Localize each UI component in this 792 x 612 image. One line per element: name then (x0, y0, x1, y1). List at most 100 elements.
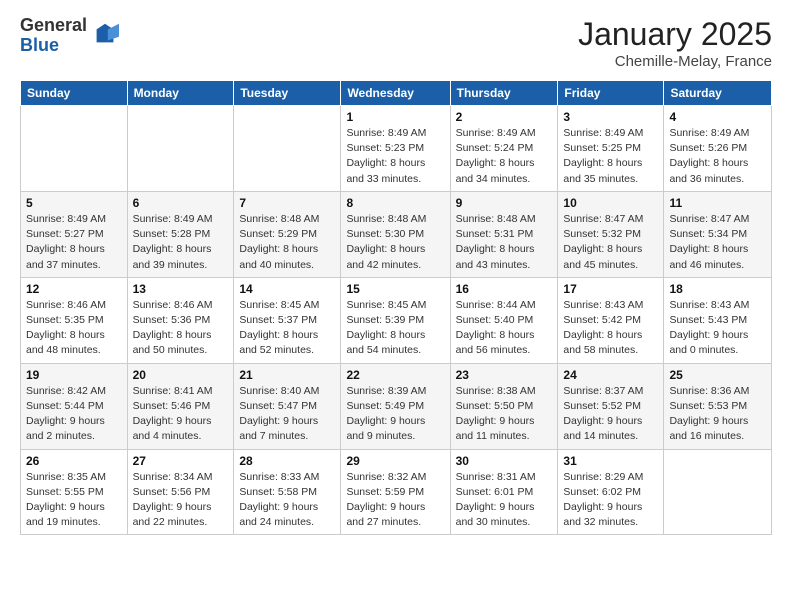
calendar-cell: 10 Sunrise: 8:47 AMSunset: 5:32 PMDayligh… (558, 191, 664, 277)
calendar-header-sunday: Sunday (21, 81, 128, 106)
calendar-cell: 12 Sunrise: 8:46 AMSunset: 5:35 PMDayligh… (21, 277, 128, 363)
day-info: Sunrise: 8:45 AMSunset: 5:37 PMDaylight:… (239, 298, 335, 359)
day-info: Sunrise: 8:49 AMSunset: 5:28 PMDaylight:… (133, 212, 229, 273)
day-number: 4 (669, 110, 766, 124)
day-info: Sunrise: 8:41 AMSunset: 5:46 PMDaylight:… (133, 384, 229, 445)
day-info: Sunrise: 8:46 AMSunset: 5:35 PMDaylight:… (26, 298, 122, 359)
day-info: Sunrise: 8:40 AMSunset: 5:47 PMDaylight:… (239, 384, 335, 445)
calendar-cell: 16 Sunrise: 8:44 AMSunset: 5:40 PMDayligh… (450, 277, 558, 363)
day-number: 6 (133, 196, 229, 210)
calendar-cell: 31Sunrise: 8:29 AMSunset: 6:02 PMDayligh… (558, 449, 664, 535)
calendar-cell: 27Sunrise: 8:34 AMSunset: 5:56 PMDayligh… (127, 449, 234, 535)
calendar-cell (664, 449, 772, 535)
day-number: 29 (346, 454, 444, 468)
calendar-cell: 1Sunrise: 8:49 AMSunset: 5:23 PMDaylight… (341, 106, 450, 192)
day-number: 11 (669, 196, 766, 210)
day-info: Sunrise: 8:46 AMSunset: 5:36 PMDaylight:… (133, 298, 229, 359)
logo-icon (91, 20, 119, 48)
calendar-cell: 2 Sunrise: 8:49 AMSunset: 5:24 PMDaylight… (450, 106, 558, 192)
day-number: 22 (346, 368, 444, 382)
calendar-cell: 11 Sunrise: 8:47 AMSunset: 5:34 PMDayligh… (664, 191, 772, 277)
day-info: Sunrise: 8:33 AMSunset: 5:58 PMDaylight:… (239, 470, 335, 531)
calendar-header-saturday: Saturday (664, 81, 772, 106)
calendar-cell: 8Sunrise: 8:48 AMSunset: 5:30 PMDaylight… (341, 191, 450, 277)
calendar-week-row: 1Sunrise: 8:49 AMSunset: 5:23 PMDaylight… (21, 106, 772, 192)
calendar-header-monday: Monday (127, 81, 234, 106)
day-info: Sunrise: 8:48 AMSunset: 5:31 PMDaylight:… (456, 212, 553, 273)
day-info: Sunrise: 8:49 AMSunset: 5:24 PMDaylight:… (456, 126, 553, 187)
day-info: Sunrise: 8:43 AMSunset: 5:42 PMDaylight:… (563, 298, 658, 359)
calendar-cell: 29 Sunrise: 8:32 AMSunset: 5:59 PMDayligh… (341, 449, 450, 535)
day-info: Sunrise: 8:49 AMSunset: 5:27 PMDaylight:… (26, 212, 122, 273)
day-info: Sunrise: 8:48 AMSunset: 5:30 PMDaylight:… (346, 212, 444, 273)
calendar-cell: 20Sunrise: 8:41 AMSunset: 5:46 PMDayligh… (127, 363, 234, 449)
day-number: 17 (563, 282, 658, 296)
calendar-cell: 24Sunrise: 8:37 AMSunset: 5:52 PMDayligh… (558, 363, 664, 449)
day-info: Sunrise: 8:31 AMSunset: 6:01 PMDaylight:… (456, 470, 553, 531)
day-info: Sunrise: 8:35 AMSunset: 5:55 PMDaylight:… (26, 470, 122, 531)
calendar-cell: 9 Sunrise: 8:48 AMSunset: 5:31 PMDaylight… (450, 191, 558, 277)
calendar-header-tuesday: Tuesday (234, 81, 341, 106)
day-info: Sunrise: 8:49 AMSunset: 5:26 PMDaylight:… (669, 126, 766, 187)
calendar-cell: 6 Sunrise: 8:49 AMSunset: 5:28 PMDaylight… (127, 191, 234, 277)
calendar-cell: 4 Sunrise: 8:49 AMSunset: 5:26 PMDaylight… (664, 106, 772, 192)
day-info: Sunrise: 8:43 AMSunset: 5:43 PMDaylight:… (669, 298, 766, 359)
day-number: 30 (456, 454, 553, 468)
day-info: Sunrise: 8:36 AMSunset: 5:53 PMDaylight:… (669, 384, 766, 445)
calendar-cell: 19 Sunrise: 8:42 AMSunset: 5:44 PMDayligh… (21, 363, 128, 449)
calendar-cell: 30 Sunrise: 8:31 AMSunset: 6:01 PMDayligh… (450, 449, 558, 535)
day-number: 19 (26, 368, 122, 382)
subtitle: Chemille-Melay, France (578, 53, 772, 70)
calendar-cell: 17 Sunrise: 8:43 AMSunset: 5:42 PMDayligh… (558, 277, 664, 363)
day-number: 24 (563, 368, 658, 382)
day-number: 25 (669, 368, 766, 382)
calendar-header-thursday: Thursday (450, 81, 558, 106)
calendar-cell: 21 Sunrise: 8:40 AMSunset: 5:47 PMDayligh… (234, 363, 341, 449)
day-number: 9 (456, 196, 553, 210)
calendar-table: SundayMondayTuesdayWednesdayThursdayFrid… (20, 80, 772, 535)
day-info: Sunrise: 8:42 AMSunset: 5:44 PMDaylight:… (26, 384, 122, 445)
logo: General Blue (20, 16, 119, 56)
day-info: Sunrise: 8:49 AMSunset: 5:25 PMDaylight:… (563, 126, 658, 187)
day-info: Sunrise: 8:44 AMSunset: 5:40 PMDaylight:… (456, 298, 553, 359)
day-info: Sunrise: 8:32 AMSunset: 5:59 PMDaylight:… (346, 470, 444, 531)
day-number: 12 (26, 282, 122, 296)
calendar-cell (21, 106, 128, 192)
day-number: 28 (239, 454, 335, 468)
calendar-week-row: 5 Sunrise: 8:49 AMSunset: 5:27 PMDaylight… (21, 191, 772, 277)
calendar-cell: 3 Sunrise: 8:49 AMSunset: 5:25 PMDaylight… (558, 106, 664, 192)
day-number: 3 (563, 110, 658, 124)
day-info: Sunrise: 8:45 AMSunset: 5:39 PMDaylight:… (346, 298, 444, 359)
day-number: 1 (346, 110, 444, 124)
day-info: Sunrise: 8:47 AMSunset: 5:34 PMDaylight:… (669, 212, 766, 273)
calendar-header-friday: Friday (558, 81, 664, 106)
month-title: January 2025 (578, 16, 772, 53)
calendar-cell: 14 Sunrise: 8:45 AMSunset: 5:37 PMDayligh… (234, 277, 341, 363)
day-info: Sunrise: 8:39 AMSunset: 5:49 PMDaylight:… (346, 384, 444, 445)
calendar-header-wednesday: Wednesday (341, 81, 450, 106)
calendar-cell (127, 106, 234, 192)
day-info: Sunrise: 8:29 AMSunset: 6:02 PMDaylight:… (563, 470, 658, 531)
day-number: 2 (456, 110, 553, 124)
day-number: 14 (239, 282, 335, 296)
day-number: 16 (456, 282, 553, 296)
calendar-cell: 22 Sunrise: 8:39 AMSunset: 5:49 PMDayligh… (341, 363, 450, 449)
day-number: 5 (26, 196, 122, 210)
calendar-cell: 23 Sunrise: 8:38 AMSunset: 5:50 PMDayligh… (450, 363, 558, 449)
calendar-cell (234, 106, 341, 192)
logo-general: General (20, 16, 87, 36)
calendar-cell: 7 Sunrise: 8:48 AMSunset: 5:29 PMDaylight… (234, 191, 341, 277)
day-number: 21 (239, 368, 335, 382)
day-number: 10 (563, 196, 658, 210)
calendar-week-row: 12 Sunrise: 8:46 AMSunset: 5:35 PMDayligh… (21, 277, 772, 363)
day-info: Sunrise: 8:47 AMSunset: 5:32 PMDaylight:… (563, 212, 658, 273)
calendar-cell: 18Sunrise: 8:43 AMSunset: 5:43 PMDayligh… (664, 277, 772, 363)
day-info: Sunrise: 8:38 AMSunset: 5:50 PMDaylight:… (456, 384, 553, 445)
day-number: 7 (239, 196, 335, 210)
day-info: Sunrise: 8:48 AMSunset: 5:29 PMDaylight:… (239, 212, 335, 273)
calendar-week-row: 26 Sunrise: 8:35 AMSunset: 5:55 PMDayligh… (21, 449, 772, 535)
calendar-cell: 13Sunrise: 8:46 AMSunset: 5:36 PMDayligh… (127, 277, 234, 363)
day-number: 26 (26, 454, 122, 468)
header: General Blue January 2025 Chemille-Melay… (20, 16, 772, 70)
day-number: 23 (456, 368, 553, 382)
